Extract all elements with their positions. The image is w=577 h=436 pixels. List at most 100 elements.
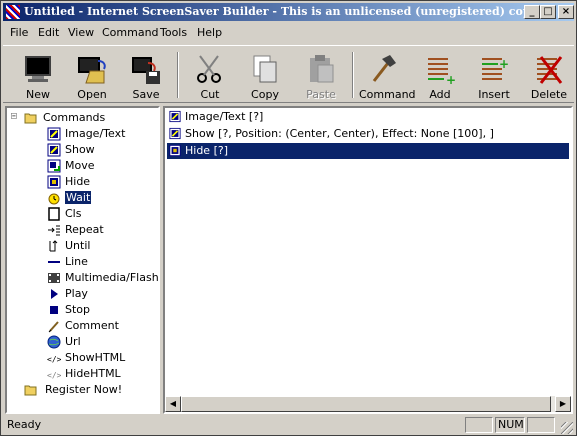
tree-item-label: Url [65,335,81,348]
move-icon [47,159,61,173]
tree-item-label: ShowHTML [65,351,126,364]
scroll-thumb[interactable] [181,396,551,412]
command-text: Show [?, Position: (Center, Center), Eff… [185,127,494,140]
paste-button[interactable]: Paste [296,50,346,101]
comment-icon [48,321,59,333]
tree-item-label: Move [65,159,95,172]
save-button[interactable]: Save [121,50,171,101]
command-text: Image/Text [?] [185,110,264,123]
title-bar[interactable]: Untitled - Internet ScreenSaver Builder … [3,3,574,21]
tree-item-label: Hide [65,175,91,188]
command-button[interactable]: Command [359,50,416,101]
line-icon [48,261,60,263]
open-label: Open [77,88,107,101]
tree-item-label: Stop [65,303,91,316]
open-folder-icon [24,113,37,124]
status-pane [465,417,493,433]
cut-label: Cut [200,88,220,101]
tree-item-label: Image/Text [65,127,126,140]
hide-icon [169,144,181,157]
stop-icon [50,306,58,314]
tree-item-label: HideHTML [65,367,121,380]
wait-icon [48,193,60,205]
multimedia-icon [48,273,60,283]
add-label: Add [429,88,451,101]
paste-label: Paste [306,88,336,101]
scissors-icon [197,55,221,83]
open-folder-icon [78,57,106,84]
minimize-button[interactable]: _ [524,5,540,19]
new-label: New [26,88,50,101]
menu-help[interactable]: Help [197,26,222,39]
scroll-right-button[interactable]: ▶ [555,396,571,412]
new-button[interactable]: New [13,50,63,101]
copy-icon [253,55,277,83]
tree-item-label: Show [65,143,95,156]
add-list-icon: + [428,58,456,85]
monitor-icon [25,56,51,82]
repeat-icon [48,225,60,236]
hidehtml-icon: </> [47,371,61,380]
menu-file[interactable]: File [10,26,28,39]
tree-item-label: Cls [65,207,82,220]
insert-label: Insert [478,88,510,101]
cut-button[interactable]: Cut [185,50,235,101]
app-window: Untitled - Internet ScreenSaver Builder … [0,0,577,436]
menu-view[interactable]: View [68,26,94,39]
copy-label: Copy [251,88,279,101]
show-icon [169,127,181,140]
delete-button[interactable]: Delete [524,50,574,101]
svg-text:</>: </> [47,355,61,364]
command-row[interactable]: Hide [?] [167,143,569,159]
status-pane [527,417,555,433]
image-text-icon [47,127,61,141]
hide-icon [47,175,61,189]
copy-button[interactable]: Copy [240,50,290,101]
open-button[interactable]: Open [67,50,117,101]
save-label: Save [132,88,160,101]
menu-tools[interactable]: Tools [160,26,187,39]
app-icon[interactable] [6,5,20,19]
command-row[interactable]: Image/Text [?] [167,109,569,125]
command-label: Command [359,88,416,101]
delete-list-icon [537,56,563,84]
tree-item-label: Until [65,239,91,252]
folder-icon [24,385,37,396]
play-icon [51,289,58,299]
image-text-icon [169,110,181,123]
toolbar: New Open Save Cut Copy Paste Command + A… [3,45,574,103]
save-disk-icon [132,57,160,84]
showhtml-icon: </> [47,355,61,364]
window-title: Untitled - Internet ScreenSaver Builder … [24,5,537,18]
status-text: Ready [7,418,42,431]
menu-command[interactable]: Command [102,26,159,39]
horizontal-scrollbar[interactable]: ◀ ▶ [165,396,571,412]
insert-button[interactable]: + Insert [469,50,519,101]
tree-item-label: Play [65,287,88,300]
tree-item-label: Comment [65,319,119,332]
toolbar-separator [352,52,354,98]
close-button[interactable]: × [558,5,574,19]
toolbar-separator [177,52,179,98]
add-button[interactable]: + Add [415,50,465,101]
command-list[interactable]: Image/Text [?] Show [?, Position: (Center… [163,106,573,414]
tree-root-label: Commands [43,111,106,124]
scroll-left-button[interactable]: ◀ [165,396,181,412]
command-row[interactable]: Show [?, Position: (Center, Center), Eff… [167,126,569,142]
until-icon [49,240,58,252]
insert-list-icon: + [482,57,509,80]
svg-text:+: + [499,57,509,71]
cls-icon [48,207,60,221]
menu-bar: File Edit View Command Tools Help [3,23,574,41]
maximize-button[interactable]: □ [540,5,556,19]
resize-grip[interactable] [561,422,573,434]
menu-edit[interactable]: Edit [38,26,59,39]
svg-text:+: + [446,73,456,85]
command-tree[interactable]: Commands Image/Text Show Move Hide Wait Cls Re… [5,106,160,414]
command-text: Hide [?] [185,144,228,157]
paste-icon [310,55,334,83]
tree-item-label: Multimedia/Flash [65,271,159,284]
url-icon [47,335,61,349]
tree-item-label: Repeat [65,223,104,236]
collapse-icon[interactable] [11,113,20,122]
